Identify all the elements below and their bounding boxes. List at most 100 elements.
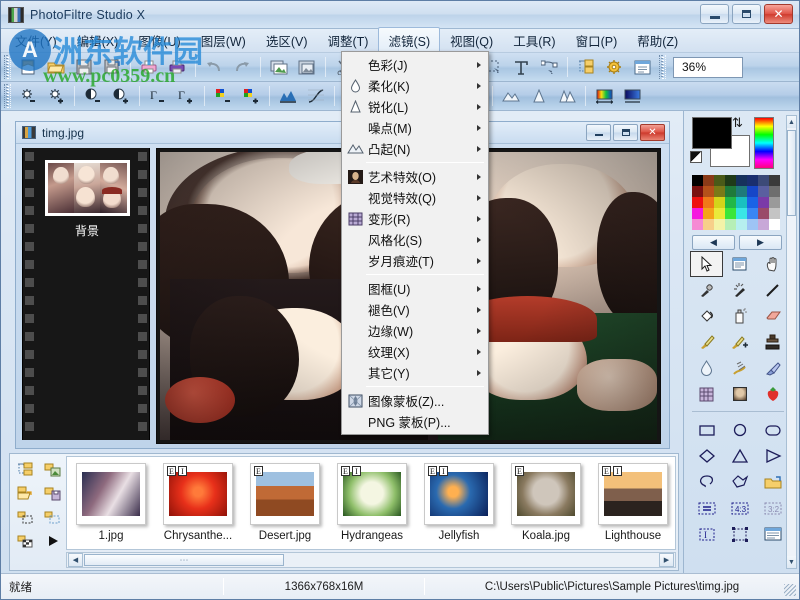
palette-color-13[interactable] <box>747 186 758 197</box>
menu-option-10[interactable]: 图框(U) <box>342 278 488 299</box>
paintbrush-plus-icon[interactable] <box>723 329 756 355</box>
copy-image-icon[interactable] <box>266 55 292 80</box>
menu-item-1[interactable]: 编辑(X) <box>67 27 129 54</box>
palette-color-25[interactable] <box>703 208 714 219</box>
menu-option-2[interactable]: 锐化(L) <box>342 96 488 117</box>
palette-color-38[interactable] <box>758 219 769 230</box>
vector-path-icon[interactable] <box>536 55 562 80</box>
smudge-icon[interactable] <box>723 355 756 381</box>
file-thumbnail-item[interactable]: EKoala.jpg <box>510 463 582 542</box>
print-preview-icon[interactable] <box>136 55 162 80</box>
palette-color-37[interactable] <box>747 219 758 230</box>
filter-menu-dropdown[interactable]: 色彩(J)柔化(K)锐化(L)噪点(M)凸起(N)艺术特效(O)视觉特效(Q)变… <box>341 51 489 435</box>
saturation-up-icon[interactable] <box>238 84 264 109</box>
save-as-icon[interactable] <box>99 55 125 80</box>
layer-manager-icon[interactable] <box>573 55 599 80</box>
palette-color-10[interactable] <box>714 186 725 197</box>
menu-item-7[interactable]: 视图(Q) <box>440 27 503 54</box>
palette-color-30[interactable] <box>758 208 769 219</box>
document-minimize-button[interactable] <box>586 124 611 141</box>
open-selection-icon[interactable] <box>756 469 789 495</box>
thumbnail-frame[interactable]: EI <box>163 463 233 525</box>
menu-item-2[interactable]: 图像(U) <box>128 27 190 54</box>
brightness-up-icon[interactable] <box>43 84 69 109</box>
palette-color-22[interactable] <box>758 197 769 208</box>
toolbar-grip-2[interactable] <box>4 84 11 108</box>
polygon-lasso-icon[interactable] <box>723 469 756 495</box>
palette-color-29[interactable] <box>747 208 758 219</box>
ratio-equal-icon[interactable] <box>690 495 723 521</box>
palette-color-39[interactable] <box>769 219 780 230</box>
gradient-blue-icon[interactable] <box>619 84 645 109</box>
file-thumbnail-item[interactable]: EIJellyfish <box>423 463 495 542</box>
menu-option-9[interactable]: 岁月痕迹(T) <box>342 250 488 271</box>
menu-option-11[interactable]: 褪色(V) <box>342 299 488 320</box>
rectangle-icon[interactable] <box>690 417 723 443</box>
emboss-icon[interactable] <box>498 84 524 109</box>
thumbnail-frame[interactable]: EI <box>598 463 668 525</box>
palette-color-14[interactable] <box>758 186 769 197</box>
palette-next-button[interactable]: ▶ <box>739 235 782 250</box>
menu-option-16[interactable]: PNG 蒙板(P)... <box>342 411 488 432</box>
thumbnail-frame[interactable]: E <box>511 463 581 525</box>
menu-item-9[interactable]: 窗口(P) <box>566 27 628 54</box>
thumbnail-frame[interactable]: EI <box>337 463 407 525</box>
document-close-button[interactable]: ✕ <box>640 124 665 141</box>
menu-item-3[interactable]: 图层(W) <box>191 27 256 54</box>
menu-option-5[interactable]: 艺术特效(O) <box>342 166 488 187</box>
text-tool-icon[interactable] <box>508 55 534 80</box>
toolbar-grip[interactable] <box>4 55 11 79</box>
undo-icon[interactable] <box>201 55 227 80</box>
sharpen-more-icon[interactable] <box>554 84 580 109</box>
ratio-text-icon[interactable]: I <box>690 521 723 547</box>
menu-item-6[interactable]: 滤镜(S) <box>378 27 440 54</box>
palette-color-31[interactable] <box>769 208 780 219</box>
palette-color-0[interactable] <box>692 175 703 186</box>
levels-icon[interactable] <box>275 84 301 109</box>
triangle-icon[interactable] <box>723 443 756 469</box>
contrast-down-icon[interactable] <box>80 84 106 109</box>
thumbnail-frame[interactable] <box>76 463 146 525</box>
file-thumbnail-item[interactable]: EIHydrangeas <box>336 463 408 542</box>
palette-color-3[interactable] <box>725 175 736 186</box>
open-folder-icon[interactable] <box>43 55 69 80</box>
scroll-thumb[interactable]: ⋯ <box>84 554 284 566</box>
palette-color-9[interactable] <box>703 186 714 197</box>
folder-deselect-icon[interactable] <box>39 505 66 529</box>
palette-color-27[interactable] <box>725 208 736 219</box>
swap-colors-icon[interactable]: ⇅ <box>732 115 743 131</box>
palette-color-28[interactable] <box>736 208 747 219</box>
maximize-button[interactable] <box>732 4 761 24</box>
strawberry-icon[interactable] <box>756 381 789 407</box>
transform-selection-icon[interactable] <box>723 521 756 547</box>
lasso-icon[interactable] <box>690 469 723 495</box>
automation-icon[interactable] <box>601 55 627 80</box>
magic-wand-icon[interactable] <box>723 277 756 303</box>
scroll-right-button[interactable]: ▶ <box>659 553 674 567</box>
palette-color-17[interactable] <box>703 197 714 208</box>
menu-option-0[interactable]: 色彩(J) <box>342 54 488 75</box>
brightness-down-icon[interactable] <box>15 84 41 109</box>
portrait-icon[interactable] <box>723 381 756 407</box>
color-palette-grid[interactable] <box>692 175 780 230</box>
ellipse-icon[interactable] <box>723 417 756 443</box>
eyedropper-icon[interactable] <box>690 277 723 303</box>
palette-color-24[interactable] <box>692 208 703 219</box>
palette-color-7[interactable] <box>769 175 780 186</box>
palette-color-5[interactable] <box>747 175 758 186</box>
print-icon[interactable] <box>164 55 190 80</box>
menu-option-6[interactable]: 视觉特效(Q) <box>342 187 488 208</box>
minimize-button[interactable] <box>700 4 729 24</box>
spray-can-icon[interactable] <box>723 303 756 329</box>
menu-option-7[interactable]: 变形(R) <box>342 208 488 229</box>
save-icon[interactable] <box>71 55 97 80</box>
folder-tree-icon[interactable] <box>12 457 39 481</box>
palette-color-18[interactable] <box>714 197 725 208</box>
palette-color-6[interactable] <box>758 175 769 186</box>
broom-icon[interactable] <box>756 355 789 381</box>
layer-thumbnail[interactable] <box>45 160 130 216</box>
gamma-down-icon[interactable]: Γ <box>145 84 171 109</box>
contrast-up-icon[interactable] <box>108 84 134 109</box>
menu-option-14[interactable]: 其它(Y) <box>342 362 488 383</box>
menu-item-4[interactable]: 选区(V) <box>256 27 318 54</box>
